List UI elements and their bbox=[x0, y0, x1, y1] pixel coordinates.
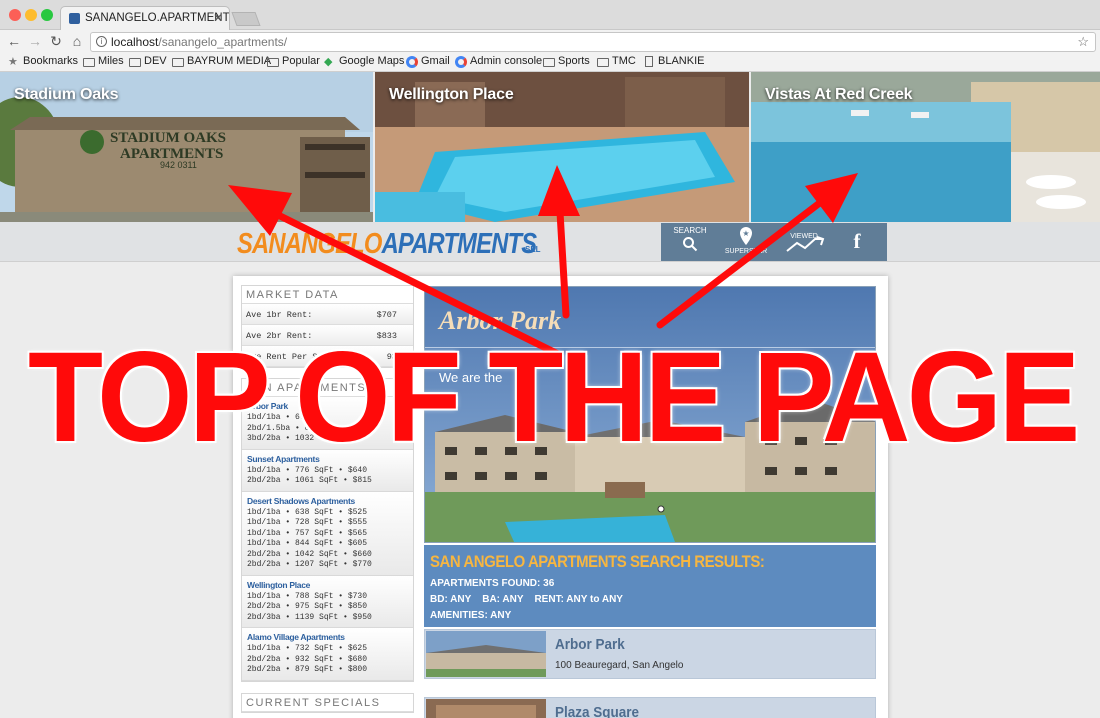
nav-search[interactable]: SEARCH bbox=[667, 223, 713, 261]
tab-title: SANANGELO.APARTMENTS - bbox=[85, 12, 230, 24]
listing-thumbnail bbox=[426, 699, 546, 718]
forward-arrow-icon[interactable]: → bbox=[26, 33, 44, 49]
browser-titlebar: SANANGELO.APARTMENTS - ✕ bbox=[0, 0, 1100, 30]
search-filters: BD: ANY BA: ANY RENT: ANY to ANY bbox=[430, 594, 623, 605]
browser-toolbar: ← → ↻ ⌂ i localhost/sanangelo_apartments… bbox=[0, 30, 1100, 54]
bookmark-tmc[interactable]: TMC bbox=[597, 55, 636, 67]
bookmark-bookmarks[interactable]: ★ Bookmarks bbox=[8, 55, 78, 68]
reload-icon[interactable]: ↻ bbox=[47, 33, 65, 50]
apartment-item[interactable]: Wellington Place 1bd/1ba • 788 SqFt • $7… bbox=[242, 575, 413, 628]
bookmark-google-maps[interactable]: ◆ Google Maps bbox=[324, 55, 404, 68]
listing-name[interactable]: Arbor Park bbox=[555, 636, 625, 653]
listing-card[interactable]: Plaza Square bbox=[424, 697, 876, 718]
current-specials-panel: CURRENT SPECIALS bbox=[241, 692, 414, 713]
bookmark-dev[interactable]: DEV bbox=[129, 55, 167, 67]
nav-viewed[interactable]: VIEWED bbox=[779, 223, 829, 261]
info-icon[interactable]: i bbox=[96, 36, 107, 47]
back-arrow-icon[interactable]: ← bbox=[5, 33, 23, 49]
google-icon bbox=[406, 56, 418, 68]
home-icon[interactable]: ⌂ bbox=[68, 33, 86, 49]
site-header bbox=[0, 222, 1100, 262]
folder-icon bbox=[129, 58, 141, 67]
maximize-window-button[interactable] bbox=[41, 9, 53, 21]
sign-phone: 942 0311 bbox=[160, 160, 197, 170]
facebook-icon[interactable]: f bbox=[837, 223, 877, 261]
bookmark-bayrum-media[interactable]: BAYRUM MEDIA bbox=[172, 55, 271, 67]
search-amenities: AMENITIES: ANY bbox=[430, 610, 512, 621]
folder-icon bbox=[172, 58, 184, 67]
url-path: /sanangelo_apartments/ bbox=[158, 35, 288, 49]
bookmark-sports[interactable]: Sports bbox=[543, 55, 590, 67]
page-icon bbox=[645, 56, 653, 67]
hero-stadium-oaks[interactable]: STADIUM OAKS APARTMENTS 942 0311 Stadium… bbox=[0, 72, 373, 222]
hero-wellington-place[interactable]: Wellington Place bbox=[375, 72, 749, 222]
apartments-found: APARTMENTS FOUND: 36 bbox=[430, 578, 555, 589]
listing-thumbnail bbox=[426, 631, 546, 677]
search-results-header: SAN ANGELO APARTMENTS SEARCH RESULTS: AP… bbox=[424, 545, 876, 627]
bookmark-blankie[interactable]: BLANKIE bbox=[643, 55, 704, 67]
tab-close-icon[interactable]: ✕ bbox=[213, 11, 223, 25]
apps-icon: ★ bbox=[8, 56, 18, 68]
new-tab-button[interactable] bbox=[231, 12, 261, 26]
site-logo[interactable]: SANANGELOAPARTMENTS bbox=[237, 228, 537, 261]
bookmark-admin-console[interactable]: Admin console bbox=[455, 55, 542, 68]
apartment-item[interactable]: Alamo Village Apartments 1bd/1ba • 732 S… bbox=[242, 628, 413, 681]
listing-card[interactable]: Arbor Park 100 Beauregard, San Angelo bbox=[424, 629, 876, 679]
bookmark-popular[interactable]: Popular bbox=[267, 55, 320, 67]
nav-superstar[interactable]: ★ SUPERSTAR bbox=[721, 223, 771, 261]
trend-chart-icon bbox=[786, 236, 825, 252]
overlay-headline: TOP OF THE PAGE bbox=[28, 326, 1080, 469]
market-row: Ave 1br Rent: $707 bbox=[242, 304, 413, 325]
bookmark-miles[interactable]: Miles bbox=[83, 55, 124, 67]
sign-line1: STADIUM OAKS bbox=[110, 130, 226, 146]
minimize-window-button[interactable] bbox=[25, 9, 37, 21]
site-favicon-icon bbox=[69, 13, 80, 24]
listing-address: 100 Beauregard, San Angelo bbox=[555, 660, 684, 671]
bookmark-star-icon[interactable]: ☆ bbox=[1077, 34, 1089, 50]
hero-label: Vistas At Red Creek bbox=[765, 86, 913, 103]
folder-icon bbox=[543, 58, 555, 67]
search-icon bbox=[683, 237, 698, 252]
maps-pin-icon: ◆ bbox=[324, 56, 333, 68]
folder-icon bbox=[267, 58, 279, 67]
market-data-title: MARKET DATA bbox=[242, 286, 413, 304]
search-results-title: SAN ANGELO APARTMENTS SEARCH RESULTS: bbox=[430, 552, 765, 571]
apartment-item[interactable]: Desert Shadows Apartments 1bd/1ba • 638 … bbox=[242, 491, 413, 576]
folder-icon bbox=[597, 58, 609, 67]
current-specials-title: CURRENT SPECIALS bbox=[242, 694, 413, 712]
hero-vistas-at-red-creek[interactable]: Vistas At Red Creek bbox=[751, 72, 1100, 222]
hero-label: Wellington Place bbox=[389, 86, 514, 103]
bookmark-gmail[interactable]: Gmail bbox=[406, 55, 450, 68]
bookmarks-bar: ★ Bookmarks Miles DEV BAYRUM MEDIA Popula… bbox=[0, 54, 1100, 72]
svg-text:★: ★ bbox=[742, 229, 749, 238]
address-bar[interactable]: i localhost/sanangelo_apartments/ ☆ bbox=[90, 32, 1096, 52]
hero-label: Stadium Oaks bbox=[14, 86, 119, 103]
browser-tab[interactable]: SANANGELO.APARTMENTS - ✕ bbox=[60, 6, 230, 30]
select-link[interactable]: SEL bbox=[525, 245, 541, 254]
url-host: localhost bbox=[111, 35, 159, 49]
star-marker-icon: ★ bbox=[740, 227, 752, 245]
folder-icon bbox=[83, 58, 95, 67]
screenshot: SANANGELO.APARTMENTS - ✕ ← → ↻ ⌂ i local… bbox=[0, 0, 1100, 718]
listing-name[interactable]: Plaza Square bbox=[555, 704, 639, 718]
header-nav: SEARCH ★ SUPERSTAR VIEWED f bbox=[661, 223, 887, 261]
google-icon bbox=[455, 56, 467, 68]
close-window-button[interactable] bbox=[9, 9, 21, 21]
